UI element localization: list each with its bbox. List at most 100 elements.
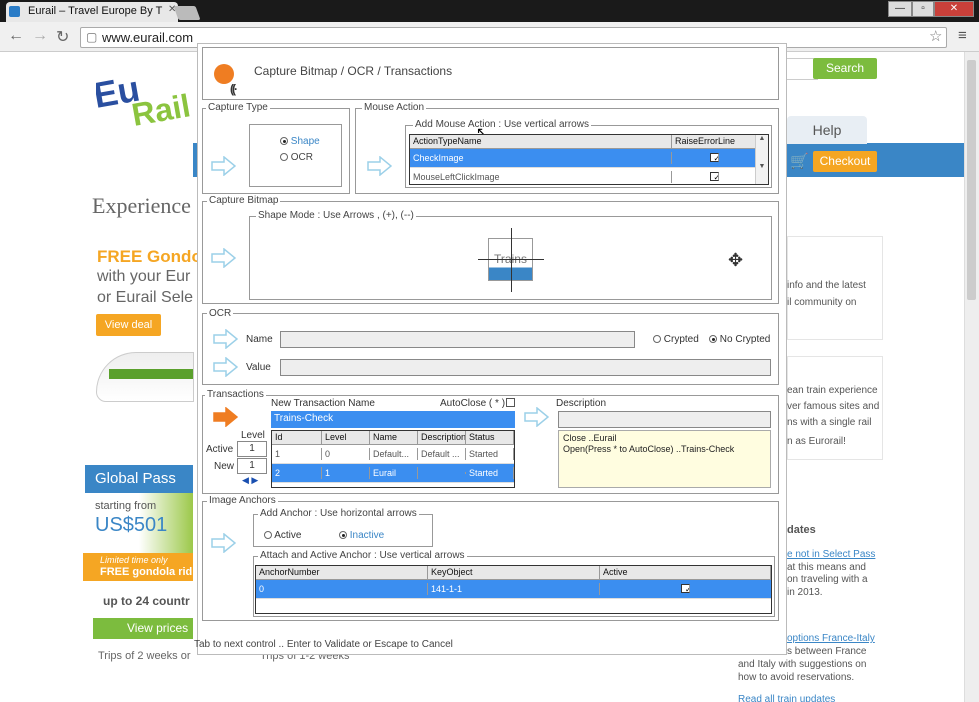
ocr-value-arrow-icon <box>213 357 238 377</box>
shape-mode-label: Shape Mode : Use Arrows , (+), (--) <box>256 210 416 221</box>
new-level-label: New <box>214 461 235 472</box>
grid-cell: 1 <box>322 467 370 479</box>
raise-error-checkbox[interactable]: ✓ <box>672 171 756 184</box>
mouse-action-label: Mouse Action <box>362 102 427 113</box>
level-label: Level <box>241 430 265 441</box>
shape-radio-dot[interactable] <box>280 137 288 146</box>
add-anchor-label: Add Anchor : Use horizontal arrows <box>258 508 419 519</box>
anchor-grid[interactable]: AnchorNumberKeyObjectActive 0141-1-1✓ <box>255 565 772 614</box>
crypted-radio[interactable]: Crypted <box>653 334 699 345</box>
image-anchors-label: Image Anchors <box>207 495 278 506</box>
checkout-button[interactable]: Checkout <box>813 151 877 172</box>
ocr-value-input[interactable] <box>280 359 771 376</box>
minimize-button[interactable]: — <box>888 1 912 17</box>
train-image <box>96 352 194 402</box>
log-line: Close ..Eurail <box>563 433 617 443</box>
raise-error-checkbox[interactable]: ✓ <box>672 152 756 165</box>
grid-row[interactable]: 0141-1-1✓ <box>256 580 771 599</box>
promo-line-2: with your Eur <box>97 268 191 285</box>
level-arrows-icon[interactable]: ◀ ▶ <box>242 475 258 486</box>
grid-header: KeyObject <box>428 566 600 579</box>
bookmark-star-icon[interactable]: ☆ <box>929 27 942 45</box>
new-transaction-name-input[interactable]: Trains-Check <box>271 411 515 428</box>
update-link-1[interactable]: e not in Select Pass <box>787 549 875 560</box>
view-deal-button[interactable]: View deal <box>96 314 161 336</box>
anchor-inactive-radio[interactable]: Inactive <box>339 530 384 541</box>
starting-from-text: starting from <box>95 500 157 512</box>
back-icon[interactable]: ← <box>8 27 24 45</box>
no-crypted-radio[interactable]: No Crypted <box>709 334 770 345</box>
grid-cell: 0 <box>322 448 370 460</box>
anchor-active-radio-dot[interactable] <box>264 531 272 540</box>
right-text-15: how to avoid reservations. <box>738 672 855 683</box>
transactions-label: Transactions <box>205 389 266 400</box>
promo-line-1: FREE Gondo <box>97 247 202 266</box>
tab-title: Eurail – Travel Europe By T <box>28 5 163 17</box>
eurail-logo: Eu Rail <box>90 68 193 133</box>
mouse-action-grid[interactable]: ActionTypeNameRaiseErrorLine CheckImage✓… <box>409 134 769 185</box>
no-crypted-radio-dot[interactable] <box>709 335 717 344</box>
mouse-action-arrow-icon <box>367 156 392 176</box>
grid-header: AnchorNumber <box>256 566 428 579</box>
ocr-value-label: Value <box>246 362 271 373</box>
autoclose-checkbox[interactable] <box>506 398 515 407</box>
grid-row[interactable]: 1 0 Default... Default ... Started <box>272 445 514 464</box>
help-tab[interactable]: Help <box>787 116 867 144</box>
move-icon[interactable]: ✥ <box>728 250 743 271</box>
dialog-footer-hint: Tab to next control .. Enter to Validate… <box>194 639 453 650</box>
app-logo-icon <box>214 64 234 84</box>
right-text-11: in 2013. <box>787 587 823 598</box>
add-mouse-action-label: Add Mouse Action : Use vertical arrows <box>413 119 591 130</box>
new-transaction-name-label: New Transaction Name <box>271 398 375 409</box>
transactions-grid[interactable]: Id Level Name Description Status 1 0 Default..… <box>271 430 515 488</box>
right-text-2: il community on <box>787 297 857 308</box>
promo-line-3: or Eurail Sele <box>97 289 194 306</box>
grid-row[interactable]: CheckImage✓ <box>410 149 768 168</box>
reload-icon[interactable]: ↻ <box>56 27 69 47</box>
right-text-3: ean train experience <box>787 385 878 396</box>
ocr-name-arrow-icon <box>213 329 238 349</box>
ocr-name-input[interactable] <box>280 331 635 348</box>
grid-header: Status <box>466 431 514 444</box>
browser-tab[interactable]: Eurail – Travel Europe By T <box>6 2 178 22</box>
grid-row[interactable]: MouseLeftClickImage✓ <box>410 168 768 184</box>
description-arrow-icon <box>524 407 549 427</box>
update-link-2[interactable]: options France-Italy <box>787 633 875 644</box>
ocr-radio-dot[interactable] <box>280 153 288 162</box>
read-all-updates-link[interactable]: Read all train updates <box>738 694 835 702</box>
grid-scrollbar[interactable]: ▲ ▼ <box>755 135 768 184</box>
shape-radio[interactable]: Shape <box>280 136 320 147</box>
grid-row[interactable]: 2 1 Eurail Started <box>272 464 514 483</box>
new-tab-button[interactable] <box>173 6 201 20</box>
countries-text: up to 24 countr <box>103 594 190 608</box>
scrollbar-thumb[interactable] <box>967 60 976 300</box>
menu-icon[interactable]: ≡ <box>958 27 967 44</box>
crosshair-horizontal <box>478 259 544 260</box>
right-text-4: ver famous sites and <box>787 401 880 412</box>
crypted-label: Crypted <box>663 334 699 345</box>
crypted-radio-dot[interactable] <box>653 335 661 344</box>
anchor-active-radio[interactable]: Active <box>264 530 301 541</box>
anchor-active-checkbox[interactable]: ✓ <box>600 583 771 596</box>
anchor-inactive-label: Inactive <box>349 530 385 541</box>
forward-icon[interactable]: → <box>32 27 48 45</box>
grid-header: Level <box>322 431 370 444</box>
right-text-5: ns with a single rail <box>787 417 872 428</box>
grid-header: ActionTypeName <box>410 135 672 148</box>
grid-header: Active <box>600 566 771 579</box>
maximize-button[interactable]: ▫ <box>912 1 934 17</box>
capture-type-arrow-icon <box>211 156 236 176</box>
grid-cell <box>418 472 466 474</box>
close-window-button[interactable]: ✕ <box>934 1 974 17</box>
description-input[interactable] <box>558 411 771 428</box>
updates-heading: dates <box>787 524 816 536</box>
active-level-input[interactable]: 1 <box>237 441 267 457</box>
site-search-button[interactable]: Search <box>813 58 877 79</box>
url-text: www.eurail.com <box>102 30 194 45</box>
global-pass-title: Global Pass <box>85 465 193 493</box>
new-level-input[interactable]: 1 <box>237 458 267 474</box>
anchor-inactive-radio-dot[interactable] <box>339 531 347 540</box>
log-line: Open(Press * to AutoClose) ..Trains-Chec… <box>563 444 735 454</box>
ocr-radio[interactable]: OCR <box>280 152 313 163</box>
view-prices-button[interactable]: View prices <box>93 618 193 639</box>
